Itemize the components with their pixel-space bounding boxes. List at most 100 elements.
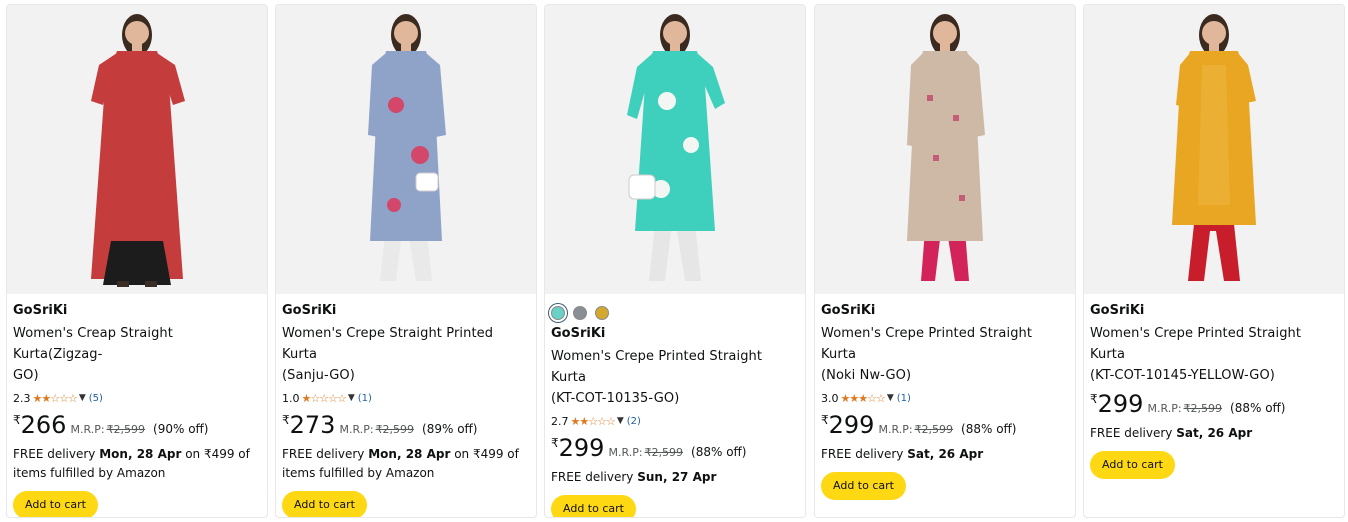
delivery-date: Mon, 28 Apr [368, 447, 451, 461]
review-count-link[interactable]: (2) [627, 416, 641, 427]
currency-symbol: ₹ [13, 413, 21, 427]
price[interactable]: 299 [1098, 390, 1144, 418]
rating-row[interactable]: 1.0 ★☆☆☆☆ ▼ (1) [282, 390, 530, 406]
add-to-cart-button[interactable]: Add to cart [821, 472, 906, 500]
product-image[interactable] [815, 5, 1075, 294]
rating-value: 2.3 [13, 391, 31, 405]
chevron-down-icon[interactable]: ▼ [617, 416, 624, 426]
price-row[interactable]: ₹ 299 M.R.P: ₹2,599 (88% off) [551, 434, 799, 464]
mrp-value: ₹2,599 [644, 446, 684, 459]
price[interactable]: 299 [829, 411, 875, 439]
product-title-line[interactable]: GO) [13, 365, 261, 386]
delivery-info: FREE delivery Sat, 26 Apr [821, 445, 1069, 464]
mrp-label: M.R.P: [339, 423, 374, 436]
product-card[interactable]: GoSriKi Women's Creap Straight Kurta(Zig… [6, 4, 268, 518]
color-swatch[interactable] [573, 306, 587, 320]
rating-row[interactable]: 2.3 ★★☆☆☆ ▼ (5) [13, 390, 261, 406]
delivery-prefix: FREE delivery [1090, 426, 1177, 440]
product-card[interactable]: GoSriKi Women's Crepe Printed Straight K… [814, 4, 1076, 518]
brand-name: GoSriKi [13, 303, 68, 318]
delivery-date: Sun, 27 Apr [637, 470, 717, 484]
brand-name: GoSriKi [1090, 303, 1145, 318]
currency-symbol: ₹ [282, 413, 290, 427]
mrp-label: M.R.P: [70, 423, 105, 436]
product-title-line[interactable]: (KT-COT-10135-GO) [551, 388, 799, 409]
delivery-suffix: on ₹499 of [450, 447, 519, 461]
rating-stars-icon[interactable]: ★★☆☆☆ [571, 415, 616, 428]
model-figure [91, 14, 185, 287]
delivery-line2: items fulfilled by Amazon [282, 466, 435, 480]
product-title-line[interactable]: Women's Crepe Printed Straight Kurta [1090, 323, 1338, 365]
rating-stars-icon[interactable]: ★★☆☆☆ [33, 392, 78, 405]
add-to-cart-button[interactable]: Add to cart [282, 491, 367, 517]
delivery-line2: items fulfilled by Amazon [13, 466, 166, 480]
mrp-value: ₹2,599 [914, 423, 954, 436]
discount: (88% off) [961, 422, 1017, 436]
currency-symbol: ₹ [821, 413, 829, 427]
mrp-label: M.R.P: [608, 446, 643, 459]
add-to-cart-button[interactable]: Add to cart [13, 491, 98, 517]
currency-symbol: ₹ [1090, 392, 1098, 406]
product-grid: GoSriKi Women's Creap Straight Kurta(Zig… [0, 0, 1348, 522]
price-row[interactable]: ₹ 266 M.R.P: ₹2,599 (90% off) [13, 411, 261, 441]
product-card[interactable]: GoSriKi Women's Crepe Printed Straight K… [1083, 4, 1345, 518]
review-count-link[interactable]: (1) [358, 393, 372, 404]
model-figure [627, 14, 725, 281]
model-figure [368, 14, 446, 281]
product-title[interactable]: Women's Crepe Straight Printed Kurta (Sa… [282, 323, 530, 386]
discount: (88% off) [1230, 401, 1286, 415]
delivery-info: FREE delivery Mon, 28 Apr on ₹499 of ite… [13, 445, 261, 483]
price[interactable]: 299 [559, 434, 605, 462]
product-image[interactable] [276, 5, 536, 294]
brand-name: GoSriKi [821, 303, 876, 318]
delivery-date: Sat, 26 Apr [1176, 426, 1253, 440]
chevron-down-icon[interactable]: ▼ [887, 393, 894, 403]
product-card[interactable]: GoSriKi Women's Crepe Printed Straight K… [544, 4, 806, 518]
brand-name: GoSriKi [551, 326, 606, 341]
product-title-line[interactable]: (KT-COT-10145-YELLOW-GO) [1090, 365, 1338, 386]
product-title[interactable]: Women's Crepe Printed Straight Kurta (No… [821, 323, 1069, 386]
rating-row[interactable]: 2.7 ★★☆☆☆ ▼ (2) [551, 413, 799, 429]
review-count-link[interactable]: (5) [89, 393, 103, 404]
rating-stars-icon[interactable]: ★★★☆☆ [841, 392, 886, 405]
color-swatch[interactable] [595, 306, 609, 320]
chevron-down-icon[interactable]: ▼ [348, 393, 355, 403]
color-swatch[interactable] [551, 306, 565, 320]
product-title-line[interactable]: Women's Crepe Printed Straight Kurta [551, 346, 799, 388]
product-image[interactable] [545, 5, 805, 294]
delivery-date: Mon, 28 Apr [99, 447, 182, 461]
product-title-line[interactable]: Women's Creap Straight Kurta(Zigzag- [13, 323, 261, 365]
add-to-cart-button[interactable]: Add to cart [551, 495, 636, 517]
product-image[interactable] [1084, 5, 1344, 294]
mrp-label: M.R.P: [878, 423, 913, 436]
mrp-value: ₹2,599 [106, 423, 146, 436]
product-title[interactable]: Women's Creap Straight Kurta(Zigzag- GO) [13, 323, 261, 386]
rating-stars-icon[interactable]: ★☆☆☆☆ [302, 392, 347, 405]
product-image[interactable] [7, 5, 267, 294]
add-to-cart-button[interactable]: Add to cart [1090, 451, 1175, 479]
product-card[interactable]: GoSriKi Women's Crepe Straight Printed K… [275, 4, 537, 518]
rating-row[interactable]: 3.0 ★★★☆☆ ▼ (1) [821, 390, 1069, 406]
delivery-prefix: FREE delivery [282, 447, 369, 461]
product-title-line[interactable]: Women's Crepe Printed Straight Kurta [821, 323, 1069, 365]
product-title-line[interactable]: (Noki Nw-GO) [821, 365, 1069, 386]
delivery-prefix: FREE delivery [821, 447, 908, 461]
price-row[interactable]: ₹ 273 M.R.P: ₹2,599 (89% off) [282, 411, 530, 441]
price[interactable]: 266 [21, 411, 67, 439]
product-title[interactable]: Women's Crepe Printed Straight Kurta (KT… [551, 346, 799, 409]
review-count-link[interactable]: (1) [897, 393, 911, 404]
price-row[interactable]: ₹ 299 M.R.P: ₹2,599 (88% off) [821, 411, 1069, 441]
mrp-value: ₹2,599 [375, 423, 415, 436]
delivery-info: FREE delivery Sat, 26 Apr [1090, 424, 1338, 443]
chevron-down-icon[interactable]: ▼ [79, 393, 86, 403]
delivery-prefix: FREE delivery [13, 447, 100, 461]
price-row[interactable]: ₹ 299 M.R.P: ₹2,599 (88% off) [1090, 390, 1338, 420]
currency-symbol: ₹ [551, 436, 559, 450]
price[interactable]: 273 [290, 411, 336, 439]
product-title-line[interactable]: (Sanju-GO) [282, 365, 530, 386]
color-swatches [551, 303, 799, 323]
mrp-value: ₹2,599 [1183, 402, 1223, 415]
product-title-line[interactable]: Women's Crepe Straight Printed Kurta [282, 323, 530, 365]
product-title[interactable]: Women's Crepe Printed Straight Kurta (KT… [1090, 323, 1338, 386]
mrp-label: M.R.P: [1147, 402, 1182, 415]
